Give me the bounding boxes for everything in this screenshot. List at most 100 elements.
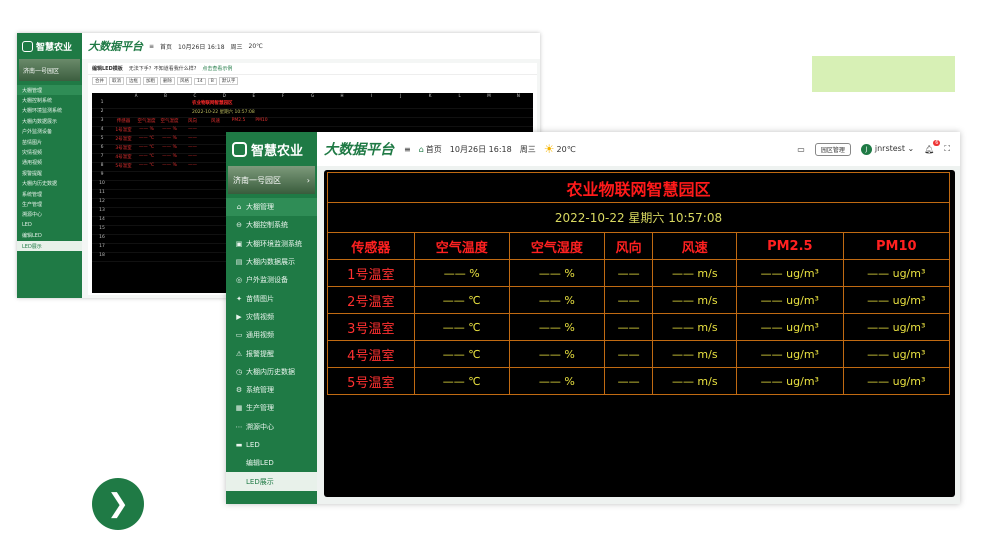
sidebar-item-label: 生产管理	[22, 201, 43, 208]
sidebar-item[interactable]: 报警提醒	[17, 168, 82, 178]
sidebar-subitem[interactable]: LED展示	[226, 472, 317, 491]
led-data-row: 4号温室 —— ℃ —— % —— —— m/s —— ug/m³ —— ug/m³	[327, 340, 951, 368]
sidebar-item[interactable]: 溯源中心	[17, 210, 82, 220]
wind-speed: —— m/s	[652, 367, 738, 395]
sidebar-item[interactable]: ✦ 苗情图片	[226, 289, 317, 307]
menu-icon[interactable]: ≡	[149, 43, 154, 50]
sidebar-item-label: 溯源中心	[22, 212, 43, 219]
sidebar-item[interactable]: ▶ 灾情视频	[226, 308, 317, 326]
led-screen: 农业物联网智慧园区 2022-10-22 星期六 10:57:08 传感器 空气温…	[324, 170, 955, 497]
air-humidity: —— %	[508, 313, 605, 341]
header: 大数据平台 ≡ ⌂ 首页 10月26日 16:18 周三 ☀ 20℃ ▭ 园区管理 …	[317, 132, 960, 166]
sidebar-subitem[interactable]: LED展示	[17, 240, 82, 252]
next-button[interactable]: ❯	[92, 478, 144, 530]
sidebar-item-icon: ▬	[235, 441, 243, 449]
sidebar-item[interactable]: 大棚控制系统	[17, 95, 82, 105]
sidebar-item-icon: ✦	[236, 294, 242, 303]
sidebar-item-label: 灾情视频	[246, 312, 274, 321]
example-link[interactable]: 点击查看示例	[202, 65, 232, 72]
led-data-row: 5号温室 —— ℃ —— % —— —— m/s —— ug/m³ —— ug/m³	[327, 367, 951, 395]
led-header-cell: 风速	[652, 232, 738, 260]
sidebar-item[interactable]: 大棚内数据展示	[17, 116, 82, 126]
toolbar-button[interactable]: 默认字	[218, 77, 239, 85]
sidebar-item[interactable]: 生产管理	[17, 199, 82, 209]
toolbar-button[interactable]: 合并	[92, 77, 107, 85]
sidebar-item-label: 系统管理	[22, 191, 43, 198]
sidebar-subitem[interactable]: 编辑LED	[226, 454, 317, 472]
fullscreen-icon[interactable]: ⛶	[944, 144, 950, 154]
pm25-value: —— ug/m³	[736, 259, 844, 287]
sidebar-item[interactable]: ⋯ 溯源中心	[226, 418, 317, 436]
pm10-value: —— ug/m³	[842, 259, 951, 287]
sidebar-item[interactable]: 大棚内历史数据	[17, 179, 82, 189]
column-header: I	[370, 93, 372, 98]
sidebar-item[interactable]: ▣ 大棚环境监测系统	[226, 235, 317, 253]
sidebar-item[interactable]: ⚙ 系统管理	[226, 381, 317, 399]
sidebar-item-label: 通用视频	[246, 331, 274, 340]
sidebar-item[interactable]: 大棚环境监测系统	[17, 106, 82, 116]
wind-direction: ——	[603, 340, 654, 368]
park-selector[interactable]: 济南一号园区	[19, 59, 80, 81]
sidebar-item[interactable]: 通用视频	[17, 158, 82, 168]
air-temperature: —— ℃	[413, 313, 510, 341]
sidebar-item[interactable]: ◷ 大棚内历史数据	[226, 363, 317, 381]
notification-bell[interactable]: 🔔︎ 6	[924, 139, 941, 154]
toolbar-button[interactable]: 风格	[177, 77, 192, 85]
toolbar-button[interactable]: 边框	[126, 77, 141, 85]
sidebar-item[interactable]: ▬ LED	[226, 436, 317, 454]
editor-title-bar: 编辑LED模板 无法下手？不知道看我什么样? 点击查看示例	[88, 63, 537, 75]
sidebar-item-label: 大棚内历史数据	[246, 367, 295, 376]
toolbar-button[interactable]: 取消	[109, 77, 124, 85]
sidebar-item-label: 苗情图片	[22, 139, 43, 146]
led-data-row: 2号温室 —— ℃ —— % —— —— m/s —— ug/m³ —— ug/m³	[327, 286, 951, 314]
wind-direction: ——	[603, 313, 654, 341]
sensor-name: 2号温室	[327, 286, 415, 314]
toolbar-button[interactable]: 删除	[160, 77, 175, 85]
toolbar-button[interactable]: B	[207, 77, 217, 85]
sidebar-item-label: 苗情图片	[246, 294, 274, 303]
sidebar-item-icon: ⚙	[235, 386, 243, 395]
monitor-icon[interactable]: ▭	[797, 145, 805, 154]
led-table: 农业物联网智慧园区 2022-10-22 星期六 10:57:08 传感器 空气温…	[327, 172, 951, 395]
sidebar-item-icon: ⊖	[236, 221, 242, 230]
sidebar-item[interactable]: ◎ 户外监测设备	[226, 271, 317, 289]
user-menu[interactable]: Jjnrstest ⌄	[860, 143, 914, 155]
toolbar-button[interactable]: 加粗	[143, 77, 158, 85]
air-temperature: —— ℃	[413, 367, 510, 395]
header-temperature: 20℃	[248, 42, 263, 50]
sidebar-item[interactable]: 系统管理	[17, 189, 82, 199]
row-number: 9	[100, 172, 104, 177]
park-selector[interactable]: 济南一号园区 ›	[228, 166, 315, 194]
sidebar-item[interactable]: 大棚管理	[17, 85, 82, 96]
sidebar-item[interactable]: ▤ 大棚内数据展示	[226, 253, 317, 271]
row-number: 2	[100, 109, 104, 114]
sidebar-subitem[interactable]: 编辑LED	[17, 230, 82, 240]
sidebar-item[interactable]: LED	[17, 220, 82, 230]
toolbar-button[interactable]: 14	[194, 77, 206, 85]
sidebar-item[interactable]: ⌂ 大棚管理	[226, 198, 317, 217]
sidebar-item[interactable]: ⚠ 报警提醒	[226, 344, 317, 362]
sidebar-item-label: 报警提醒	[246, 349, 274, 358]
air-humidity: —— %	[508, 367, 605, 395]
pm25-value: —— ug/m³	[736, 286, 844, 314]
sidebar-item-label: 灾情视频	[22, 150, 43, 157]
home-link[interactable]: ⌂ 首页	[419, 144, 442, 155]
sidebar-item[interactable]: ⊖ 大棚控制系统	[226, 216, 317, 234]
sidebar-item[interactable]: ▭ 通用视频	[226, 326, 317, 344]
chevron-right-icon: ›	[306, 175, 310, 185]
menu-icon[interactable]: ≡	[404, 145, 411, 154]
sidebar-item-label: 大棚内历史数据	[22, 181, 58, 188]
sidebar-item[interactable]: 户外监测设备	[17, 127, 82, 137]
sidebar-item[interactable]: 灾情视频	[17, 147, 82, 157]
sidebar-item[interactable]: ▦ 生产管理	[226, 399, 317, 417]
sidebar-item-label: 大棚管理	[246, 203, 274, 212]
sidebar-item[interactable]: 苗情图片	[17, 137, 82, 147]
home-link[interactable]: 首页	[160, 42, 172, 51]
sensor-name: 4号温室	[327, 340, 415, 368]
logo-text: 智慧农业	[251, 143, 304, 159]
air-humidity: —— %	[508, 259, 605, 287]
pm25-value: —— ug/m³	[736, 340, 844, 368]
sheet-cell: —— ℃	[138, 145, 155, 150]
column-header: K	[428, 93, 432, 98]
park-manage-button[interactable]: 园区管理	[814, 142, 851, 156]
